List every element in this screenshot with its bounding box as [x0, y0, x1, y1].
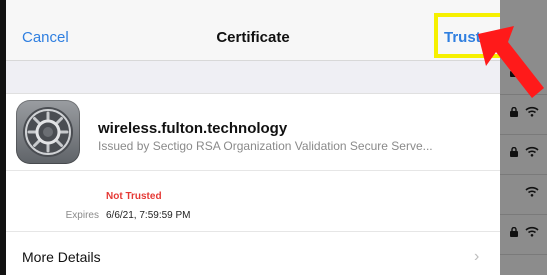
wifi-list-item [500, 215, 547, 255]
wifi-list-item [500, 135, 547, 175]
lock-icon [510, 147, 518, 157]
wifi-list-item [500, 95, 547, 135]
certificate-summary-row: wireless.fulton.technology Issued by Sec… [6, 94, 500, 171]
certificate-issuer: Issued by Sectigo RSA Organization Valid… [98, 139, 433, 153]
lock-icon [510, 107, 518, 117]
lock-icon [510, 67, 518, 77]
expires-label: Expires [65, 210, 99, 221]
trust-status-label: Not Trusted [106, 191, 162, 202]
gear-settings-icon [16, 100, 80, 164]
wifi-icon [525, 146, 539, 157]
wifi-icon [525, 186, 539, 197]
lock-icon [510, 227, 518, 237]
trust-button[interactable]: Trust [444, 29, 481, 46]
certificate-name: wireless.fulton.technology [98, 120, 288, 137]
navigation-bar: Cancel Certificate Trust [6, 0, 508, 61]
wifi-icon [525, 106, 539, 117]
page-title: Certificate [216, 29, 290, 46]
wifi-list-item [500, 55, 547, 95]
screenshot-frame: Cancel Certificate Trust wireless.fulton… [0, 0, 547, 275]
chevron-right-icon: › [474, 248, 480, 265]
more-details-label: More Details [22, 249, 101, 265]
cancel-button[interactable]: Cancel [22, 29, 69, 46]
background-wifi-list [500, 0, 547, 275]
more-details-row[interactable]: More Details › [6, 232, 500, 275]
certificate-sheet: Cancel Certificate Trust wireless.fulton… [6, 0, 508, 275]
wifi-list-item [500, 175, 547, 215]
wifi-icon [525, 226, 539, 237]
expires-value: 6/6/21, 7:59:59 PM [106, 210, 191, 221]
section-separator [6, 61, 500, 94]
certificate-status-row: Not Trusted Expires 6/6/21, 7:59:59 PM [6, 171, 500, 232]
